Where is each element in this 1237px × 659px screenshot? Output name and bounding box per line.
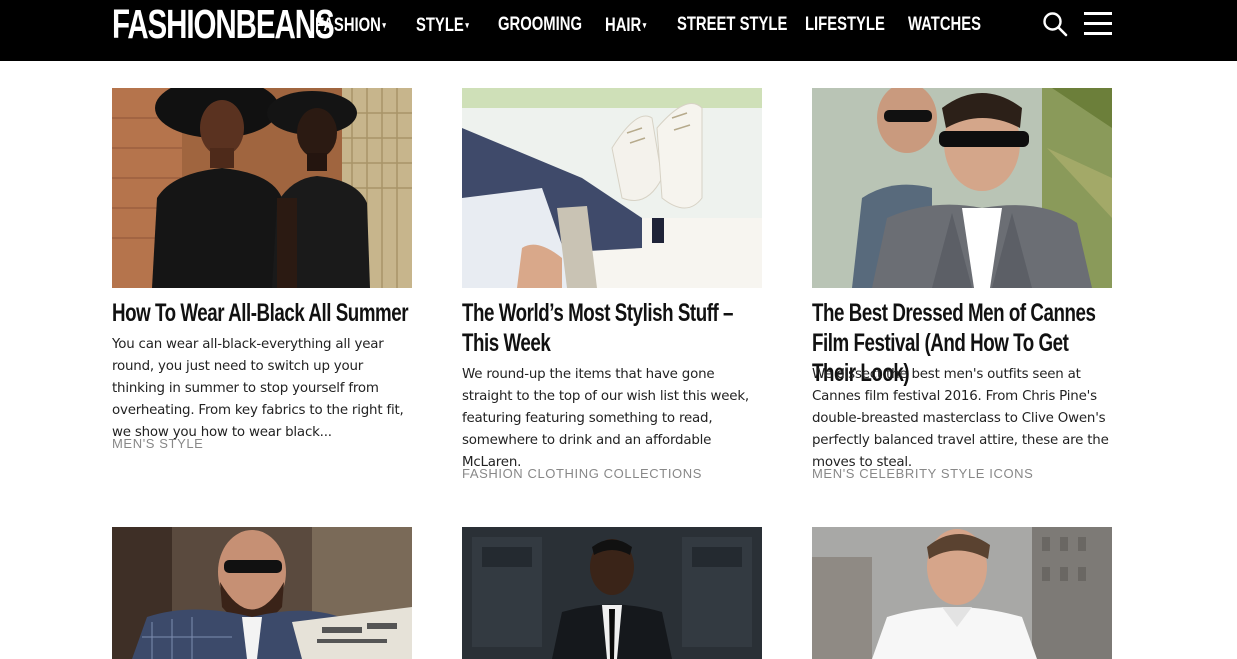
nav-item-lifestyle[interactable]: LIFESTYLE [805,13,885,37]
article-image-white-shirt[interactable] [812,527,1112,659]
article-image-stylish-stuff[interactable] [462,88,762,288]
article-category[interactable]: MEN'S CELEBRITY STYLE ICONS [812,466,1033,481]
nav-item-label: LIFESTYLE [805,14,885,35]
dropdown-caret-icon: ▾ [382,20,386,30]
nav-item-watches[interactable]: WATCHES [908,13,981,37]
menu-button[interactable] [1084,11,1112,37]
article-card [812,527,1112,659]
nav-item-label: HAIR [605,15,642,36]
nav-item-label: GROOMING [498,14,582,35]
article-card: The Best Dressed Men of Cannes Film Fest… [812,88,1112,498]
article-excerpt: We dissect the best men's outfits seen a… [812,367,1109,470]
dropdown-caret-icon: ▾ [642,20,647,30]
article-excerpt: We round-up the items that have gone str… [462,367,749,470]
article-card: How To Wear All-Black All Summer You can… [112,88,412,468]
nav-item-style[interactable]: STYLE ▾ [416,13,469,37]
article-image-all-black[interactable] [112,88,412,288]
nav-item-fashion[interactable]: FASHION ▾ [315,13,386,37]
article-category[interactable]: FASHION CLOTHING COLLECTIONS [462,466,702,481]
article-card: The World’s Most Stylish Stuff – This We… [462,88,762,498]
search-button[interactable] [1042,11,1068,37]
article-title[interactable]: How To Wear All-Black All Summer [112,298,412,328]
nav-item-label: FASHION [315,15,381,36]
article-image-cannes[interactable] [812,88,1112,288]
nav-item-hair[interactable]: HAIR ▾ [605,13,646,37]
article-excerpt: You can wear all-black-everything all ye… [112,337,404,440]
site-logo[interactable]: FASHIONBEANS [112,2,335,46]
article-image-newspaper[interactable] [112,527,412,659]
dropdown-caret-icon: ▾ [465,20,469,30]
nav-item-grooming[interactable]: GROOMING [498,13,582,37]
nav-item-street-style[interactable]: STREET STYLE [677,13,787,37]
article-image-suit[interactable] [462,527,762,659]
article-category[interactable]: MEN'S STYLE [112,436,203,451]
search-icon [1043,12,1068,37]
article-title[interactable]: The World’s Most Stylish Stuff – This We… [462,298,762,358]
nav-item-label: STYLE [416,15,464,36]
article-card [112,527,412,659]
article-card [462,527,762,659]
nav-item-label: STREET STYLE [677,14,788,35]
nav-item-label: WATCHES [908,14,982,35]
top-navigation-bar: FASHIONBEANS FASHION ▾ STYLE ▾ GROOMING HA… [0,0,1237,61]
